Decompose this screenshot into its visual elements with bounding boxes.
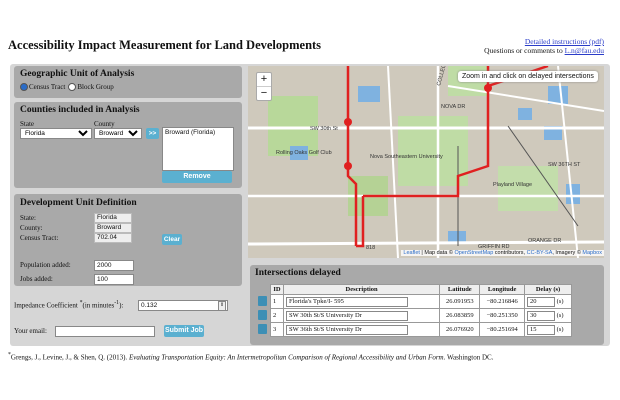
- population-label: Population added:: [20, 261, 71, 269]
- map-tiles[interactable]: SW 30th St SW 36TH ST NOVA DR COLLEGE A …: [248, 66, 604, 258]
- radio-block-group-label: Block Group: [77, 83, 114, 91]
- col-description: Description: [282, 284, 441, 295]
- geo-unit-panel: Geographic Unit of Analysis Census Tract…: [14, 66, 242, 98]
- row-delay-cell: 30 (s): [524, 308, 572, 323]
- col-id: ID: [270, 284, 284, 295]
- leaflet-link[interactable]: Leaflet: [403, 250, 420, 256]
- map-attribution: Leaflet | Map data © OpenStreetMap contr…: [401, 250, 604, 256]
- row-delay-cell: 20 (s): [524, 294, 572, 309]
- counties-heading: Counties included in Analysis: [20, 105, 140, 115]
- row-lat: 26.083859: [439, 308, 481, 323]
- state-label: State: [20, 120, 34, 128]
- row-description[interactable]: SW 36th St/S University Dr: [286, 324, 408, 335]
- trash-icon[interactable]: [257, 295, 267, 306]
- row-description[interactable]: SW 30th St/S University Dr: [286, 310, 408, 321]
- jobs-label: Jobs added:: [20, 275, 53, 283]
- map-label-univ: Nova Southeastern University: [370, 154, 443, 160]
- email-input[interactable]: [55, 326, 155, 337]
- population-input[interactable]: 2000: [94, 260, 134, 271]
- instructions-link[interactable]: Detailed instructions (pdf): [525, 37, 604, 46]
- row-delay-input[interactable]: 20: [527, 296, 555, 307]
- row-lon: −80.216846: [479, 294, 525, 309]
- county-label: County: [94, 120, 115, 128]
- map-label-818: 818: [366, 245, 375, 251]
- trash-col-header: [254, 284, 271, 295]
- osm-link[interactable]: OpenStreetMap: [454, 250, 493, 256]
- map-tooltip: Zoom in and click on delayed intersectio…: [458, 71, 598, 82]
- geo-unit-heading: Geographic Unit of Analysis: [20, 69, 135, 79]
- map-label-orange: ORANGE DR: [528, 238, 561, 244]
- zoom-in-button[interactable]: +: [257, 73, 271, 87]
- zoom-control: + −: [256, 72, 272, 101]
- row-lat: 26.076920: [439, 322, 481, 337]
- impedance-stepper[interactable]: ⇕: [218, 301, 226, 311]
- intersections-heading: Intersections delayed: [255, 268, 341, 278]
- row-id: 1: [270, 294, 284, 309]
- water-area: [548, 86, 568, 104]
- dev-county-value: Broward: [94, 223, 132, 233]
- mapbox-link[interactable]: Mapbox: [582, 250, 602, 256]
- radio-block-group[interactable]: [68, 83, 77, 91]
- col-latitude: Latitude: [439, 284, 481, 295]
- contact-prefix: Questions or comments to: [484, 46, 565, 55]
- dev-state-value: Florida: [94, 213, 132, 223]
- row-id: 3: [270, 322, 284, 337]
- map-label-playland: Playland Village: [493, 182, 532, 188]
- intersection-marker-3: [344, 162, 352, 170]
- row-delay-input[interactable]: 30: [527, 310, 555, 321]
- table-row: 3 SW 36th St/S University Dr 26.076920 −…: [254, 322, 572, 337]
- zoom-out-button[interactable]: −: [257, 87, 271, 100]
- submit-job-button[interactable]: Submit Job: [164, 325, 204, 337]
- intersection-marker-2: [344, 118, 352, 126]
- map-label-sw36: SW 36TH ST: [548, 162, 581, 168]
- map-label-nova: NOVA DR: [441, 104, 465, 110]
- map-label-rolling: Rolling Oaks Golf Club: [276, 150, 332, 156]
- remove-county-button[interactable]: Remove: [162, 171, 232, 183]
- table-row: 1 Florida's Tpke/I- 595 26.091953 −80.21…: [254, 294, 572, 309]
- jobs-input[interactable]: 100: [94, 274, 134, 285]
- trash-icon[interactable]: [257, 309, 267, 320]
- intersections-table: ID Description Latitude Longitude Delay …: [254, 284, 572, 337]
- clear-button[interactable]: Clear: [162, 234, 182, 245]
- row-id: 2: [270, 308, 284, 323]
- impedance-input[interactable]: 0.132: [138, 300, 228, 311]
- table-row: 2 SW 30th St/S University Dr 26.083859 −…: [254, 308, 572, 323]
- dev-tract-value: 702.04: [94, 233, 132, 243]
- row-lon: −80.251694: [479, 322, 525, 337]
- row-delay-input[interactable]: 15: [527, 324, 555, 335]
- development-panel: Development Unit Definition State: Flori…: [14, 194, 242, 286]
- county-select[interactable]: Broward: [94, 128, 142, 139]
- header-links: Detailed instructions (pdf) Questions or…: [484, 37, 604, 55]
- state-select[interactable]: Florida: [20, 128, 92, 139]
- row-lat: 26.091953: [439, 294, 481, 309]
- trash-icon[interactable]: [257, 323, 267, 334]
- citation-footnote: *Grengs, J., Levine, J., & Shen, Q. (201…: [8, 352, 494, 362]
- counties-panel: Counties included in Analysis State Coun…: [14, 102, 242, 188]
- row-description-cell: SW 36th St/S University Dr: [282, 322, 441, 337]
- dev-tract-label: Census Tract:: [20, 234, 59, 242]
- add-county-button[interactable]: >>: [146, 128, 159, 139]
- row-delay-cell: 15 (s): [524, 322, 572, 337]
- col-delay: Delay (s): [524, 284, 572, 295]
- row-description-cell: Florida's Tpke/I- 595: [282, 294, 441, 309]
- page-title: Accessibility Impact Measurement for Lan…: [8, 38, 322, 52]
- row-description[interactable]: Florida's Tpke/I- 595: [286, 296, 408, 307]
- radio-census-tract[interactable]: [20, 83, 28, 91]
- selected-county-item[interactable]: Broward (Florida): [165, 129, 231, 136]
- col-longitude: Longitude: [479, 284, 525, 295]
- row-lon: −80.251350: [479, 308, 525, 323]
- selected-counties-list[interactable]: Broward (Florida): [162, 127, 234, 171]
- map-label-sw30: SW 30th St: [310, 126, 338, 132]
- email-label: Your email:: [14, 327, 47, 335]
- intersection-marker-1: [484, 84, 492, 92]
- dev-county-label: County:: [20, 224, 43, 232]
- cc-link[interactable]: CC-BY-SA: [527, 250, 553, 256]
- development-heading: Development Unit Definition: [20, 198, 137, 208]
- radio-census-tract-label: Census Tract: [29, 83, 66, 91]
- dev-state-label: State:: [20, 214, 36, 222]
- row-description-cell: SW 30th St/S University Dr: [282, 308, 441, 323]
- contact-email-link[interactable]: L.n@fau.edu: [565, 46, 604, 55]
- impedance-label: Impedance Coefficient *(in minutes-1):: [14, 300, 124, 310]
- map-view[interactable]: SW 30th St SW 36TH ST NOVA DR COLLEGE A …: [248, 66, 604, 258]
